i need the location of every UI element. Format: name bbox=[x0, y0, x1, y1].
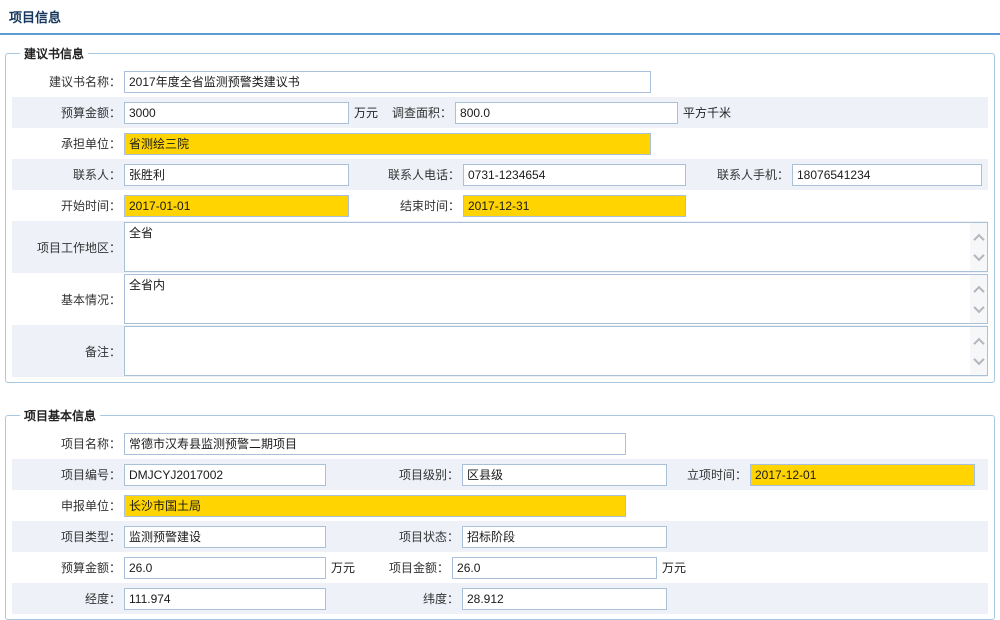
project-level-input[interactable] bbox=[462, 464, 667, 486]
chevron-up-icon[interactable] bbox=[973, 233, 984, 244]
approval-date-input[interactable] bbox=[750, 464, 975, 486]
proposal-budget-row: 预算金额： 万元 调查面积： 平方千米 bbox=[12, 97, 988, 128]
approval-date-label: 立项时间： bbox=[667, 466, 750, 483]
project-amount-input[interactable] bbox=[452, 557, 657, 579]
basic-info-label: 基本情况： bbox=[12, 291, 124, 308]
proposal-name-input[interactable] bbox=[124, 71, 651, 93]
contact-mobile-label: 联系人手机： bbox=[686, 166, 792, 183]
proposal-name-label: 建议书名称： bbox=[12, 73, 124, 90]
remark-label: 备注： bbox=[12, 343, 124, 360]
work-area-label: 项目工作地区： bbox=[12, 239, 124, 256]
project-name-input[interactable] bbox=[124, 433, 626, 455]
basic-info-scrollbar[interactable] bbox=[970, 275, 987, 323]
contact-label: 联系人： bbox=[12, 166, 124, 183]
survey-area-input[interactable] bbox=[455, 102, 678, 124]
proposal-budget-label: 预算金额： bbox=[12, 104, 124, 121]
contact-input[interactable] bbox=[124, 164, 349, 186]
longitude-label: 经度： bbox=[12, 590, 124, 607]
project-amount-unit: 万元 bbox=[657, 559, 691, 576]
project-amount-label: 项目金额： bbox=[360, 559, 452, 576]
remark-scrollbar[interactable] bbox=[970, 327, 987, 375]
page-title: 项目信息 bbox=[9, 10, 61, 25]
dates-row: 开始时间： 结束时间： bbox=[12, 190, 988, 221]
start-date-label: 开始时间： bbox=[12, 197, 124, 214]
proposal-budget-unit: 万元 bbox=[349, 104, 383, 121]
project-type-input[interactable] bbox=[124, 526, 326, 548]
proposal-info-section: 建议书信息 建议书名称： 预算金额： 万元 调查面积： 平方千米 承担单位： 联… bbox=[5, 45, 995, 383]
chevron-down-icon[interactable] bbox=[973, 301, 984, 312]
start-date-input[interactable] bbox=[124, 195, 349, 217]
chevron-up-icon[interactable] bbox=[973, 285, 984, 296]
project-status-label: 项目状态： bbox=[326, 528, 462, 545]
project-budget-unit: 万元 bbox=[326, 559, 360, 576]
project-code-label: 项目编号： bbox=[12, 466, 124, 483]
contact-row: 联系人： 联系人电话： 联系人手机： bbox=[12, 159, 988, 190]
coordinates-row: 经度： 纬度： bbox=[12, 583, 988, 614]
work-area-textarea[interactable]: 全省 bbox=[124, 222, 988, 272]
work-area-scrollbar[interactable] bbox=[970, 223, 987, 271]
project-basic-section: 项目基本信息 项目名称： 项目编号： 项目级别： 立项时间： 申报单位： 项目类… bbox=[5, 407, 995, 620]
end-date-label: 结束时间： bbox=[349, 197, 463, 214]
project-budget-input[interactable] bbox=[124, 557, 326, 579]
basic-info-textarea[interactable]: 全省内 bbox=[124, 274, 988, 324]
chevron-up-icon[interactable] bbox=[973, 337, 984, 348]
proposal-budget-input[interactable] bbox=[124, 102, 349, 124]
latitude-input[interactable] bbox=[462, 588, 667, 610]
project-level-label: 项目级别： bbox=[326, 466, 462, 483]
contact-phone-input[interactable] bbox=[463, 164, 686, 186]
undertaker-input[interactable] bbox=[124, 133, 651, 155]
survey-area-unit: 平方千米 bbox=[678, 104, 736, 121]
project-status-input[interactable] bbox=[462, 526, 667, 548]
chevron-down-icon[interactable] bbox=[973, 353, 984, 364]
latitude-label: 纬度： bbox=[326, 590, 462, 607]
proposal-name-row: 建议书名称： bbox=[12, 66, 988, 97]
declare-unit-row: 申报单位： bbox=[12, 490, 988, 521]
declare-unit-input[interactable] bbox=[124, 495, 626, 517]
project-name-label: 项目名称： bbox=[12, 435, 124, 452]
undertaker-row: 承担单位： bbox=[12, 128, 988, 159]
contact-phone-label: 联系人电话： bbox=[349, 166, 463, 183]
project-budget-row: 预算金额： 万元 项目金额： 万元 bbox=[12, 552, 988, 583]
contact-mobile-input[interactable] bbox=[792, 164, 982, 186]
page-header: 项目信息 bbox=[0, 0, 1000, 35]
undertaker-label: 承担单位： bbox=[12, 135, 124, 152]
remark-textarea[interactable] bbox=[124, 326, 988, 376]
survey-area-label: 调查面积： bbox=[383, 104, 455, 121]
remark-row: 备注： bbox=[12, 325, 988, 377]
project-name-row: 项目名称： bbox=[12, 428, 988, 459]
proposal-section-legend: 建议书信息 bbox=[20, 45, 88, 62]
project-section-legend: 项目基本信息 bbox=[20, 407, 100, 424]
basic-info-row: 基本情况： 全省内 bbox=[12, 273, 988, 325]
project-type-row: 项目类型： 项目状态： bbox=[12, 521, 988, 552]
project-code-row: 项目编号： 项目级别： 立项时间： bbox=[12, 459, 988, 490]
project-code-input[interactable] bbox=[124, 464, 326, 486]
project-type-label: 项目类型： bbox=[12, 528, 124, 545]
end-date-input[interactable] bbox=[463, 195, 686, 217]
longitude-input[interactable] bbox=[124, 588, 326, 610]
project-budget-label: 预算金额： bbox=[12, 559, 124, 576]
declare-unit-label: 申报单位： bbox=[12, 497, 124, 514]
chevron-down-icon[interactable] bbox=[973, 249, 984, 260]
work-area-row: 项目工作地区： 全省 bbox=[12, 221, 988, 273]
